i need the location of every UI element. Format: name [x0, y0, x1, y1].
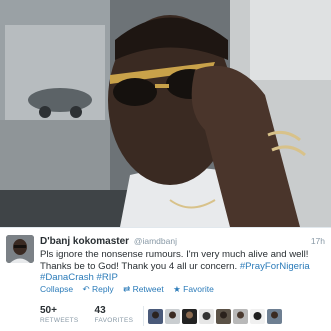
tweet-card: D'banj kokomaster @iamdbanj 17h Pls igno…	[0, 227, 331, 331]
retweeter-avatar[interactable]	[165, 309, 180, 324]
tweet-text-line2: Thanks be to God! Thank you 4 all ur con…	[40, 260, 240, 272]
tweet-header: D'banj kokomaster @iamdbanj	[40, 235, 177, 248]
tweet-stats: 50+ RETWEETS 43 FAVORITES	[40, 305, 149, 325]
tweet-text-line1: Pls ignore the nonsense rumours. I'm ver…	[40, 249, 309, 260]
retweeter-avatar[interactable]	[267, 309, 282, 324]
user-handle[interactable]: @iamdbanj	[134, 236, 177, 246]
collapse-link[interactable]: Collapse	[40, 284, 73, 294]
retweets-count: 50+	[40, 305, 57, 316]
hashtag-prayfornigeria[interactable]: #PrayForNigeria	[240, 261, 310, 272]
user-name[interactable]: D'banj kokomaster	[40, 236, 129, 247]
retweeter-avatar[interactable]	[216, 309, 231, 324]
favorite-button[interactable]: ★ Favorite	[173, 284, 214, 294]
tweet-actions: Collapse ↶ Reply ⇄ Retweet ★ Favorite	[40, 284, 221, 295]
tweet-photo[interactable]	[0, 0, 331, 227]
retweets-label: RETWEETS	[40, 317, 79, 324]
retweet-button[interactable]: ⇄ Retweet	[123, 284, 164, 294]
reply-icon: ↶	[82, 284, 90, 294]
stats-divider	[143, 306, 144, 326]
retweeter-avatar[interactable]	[199, 309, 214, 324]
retweets-stat[interactable]: 50+ RETWEETS	[40, 305, 79, 325]
favorite-icon: ★	[173, 284, 181, 294]
retweeter-avatar[interactable]	[182, 309, 197, 324]
retweeter-avatar[interactable]	[148, 309, 163, 324]
tweet-text: Pls ignore the nonsense rumours. I'm ver…	[40, 249, 326, 284]
reply-button[interactable]: ↶ Reply	[82, 284, 113, 294]
favorites-stat[interactable]: 43 FAVORITES	[95, 305, 134, 325]
reply-label: Reply	[91, 284, 114, 294]
tweet-time[interactable]: 17h	[311, 236, 325, 246]
retweeter-avatars	[148, 309, 284, 324]
retweeter-avatar[interactable]	[250, 309, 265, 324]
favorite-label: Favorite	[183, 284, 214, 294]
hashtag-danacrash[interactable]: #DanaCrash	[40, 272, 94, 283]
favorites-count: 43	[94, 305, 106, 316]
retweet-label: Retweet	[132, 284, 164, 294]
retweet-icon: ⇄	[123, 284, 131, 294]
hashtag-rip[interactable]: #RIP	[97, 272, 118, 283]
favorites-label: FAVORITES	[94, 317, 134, 324]
retweeter-avatar[interactable]	[233, 309, 248, 324]
avatar[interactable]	[6, 235, 34, 263]
